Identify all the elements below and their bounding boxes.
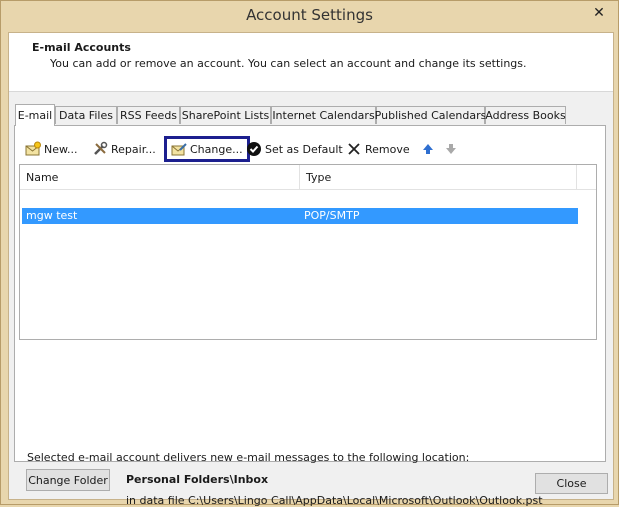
email-tab-panel: New... Repair... Change... Set as Defaul…	[14, 125, 606, 507]
new-button[interactable]: New...	[25, 138, 77, 160]
change-button[interactable]: Change...	[164, 136, 250, 162]
delivery-location-text: Selected e-mail account delivers new e-m…	[27, 451, 470, 464]
data-file-path: in data file C:\Users\Lingo Call\AppData…	[126, 494, 543, 507]
tools-icon	[92, 141, 108, 157]
account-type: POP/SMTP	[304, 209, 360, 222]
column-header-name[interactable]: Name	[20, 165, 299, 189]
tab-internet-calendars[interactable]: Internet Calendars	[271, 106, 376, 124]
arrow-down-icon	[443, 141, 459, 157]
change-button-label: Change...	[190, 142, 243, 156]
change-folder-button[interactable]: Change Folder	[26, 469, 110, 491]
arrow-up-icon	[420, 141, 436, 157]
accounts-toolbar: New... Repair... Change... Set as Defaul…	[25, 136, 585, 162]
close-window-icon[interactable]: ✕	[585, 3, 613, 23]
account-name: mgw test	[26, 209, 78, 222]
tab-rss-feeds[interactable]: RSS Feeds	[117, 106, 180, 124]
checkmark-circle-icon	[246, 141, 262, 157]
header-subtitle: You can add or remove an account. You ca…	[50, 57, 527, 70]
accounts-list[interactable]: Name Type mgw test POP/SMTP	[19, 164, 597, 340]
dialog-client: E-mail Accounts You can add or remove an…	[8, 32, 614, 507]
account-settings-window: Account Settings ✕ E-mail Accounts You c…	[0, 0, 619, 507]
window-title: Account Settings	[246, 6, 373, 24]
remove-button-label: Remove	[365, 142, 410, 156]
tab-sharepoint-lists[interactable]: SharePoint Lists	[180, 106, 271, 124]
close-button[interactable]: Close	[535, 473, 608, 494]
set-as-default-button[interactable]: Set as Default	[246, 138, 343, 160]
move-up-button[interactable]	[420, 138, 439, 160]
header-area: E-mail Accounts You can add or remove an…	[9, 33, 613, 92]
delivery-folder: Personal Folders\Inbox	[126, 473, 269, 486]
column-divider[interactable]	[576, 165, 577, 189]
tab-email[interactable]: E-mail	[15, 104, 55, 126]
tab-published-calendars[interactable]: Published Calendars	[375, 106, 486, 124]
repair-button[interactable]: Repair...	[92, 138, 156, 160]
move-down-button[interactable]	[443, 138, 462, 160]
repair-button-label: Repair...	[111, 142, 156, 156]
header-title: E-mail Accounts	[32, 41, 131, 54]
remove-x-icon	[346, 141, 362, 157]
table-row[interactable]: mgw test POP/SMTP	[22, 208, 578, 224]
change-account-icon	[171, 141, 187, 157]
title-bar: Account Settings ✕	[1, 1, 618, 30]
set-as-default-label: Set as Default	[265, 142, 343, 156]
remove-button[interactable]: Remove	[346, 138, 410, 160]
tab-address-books[interactable]: Address Books	[485, 106, 566, 124]
list-header: Name Type	[20, 165, 596, 190]
tab-data-files[interactable]: Data Files	[55, 106, 117, 124]
new-button-label: New...	[44, 142, 78, 156]
column-header-type[interactable]: Type	[300, 165, 576, 189]
new-account-icon	[25, 141, 41, 157]
